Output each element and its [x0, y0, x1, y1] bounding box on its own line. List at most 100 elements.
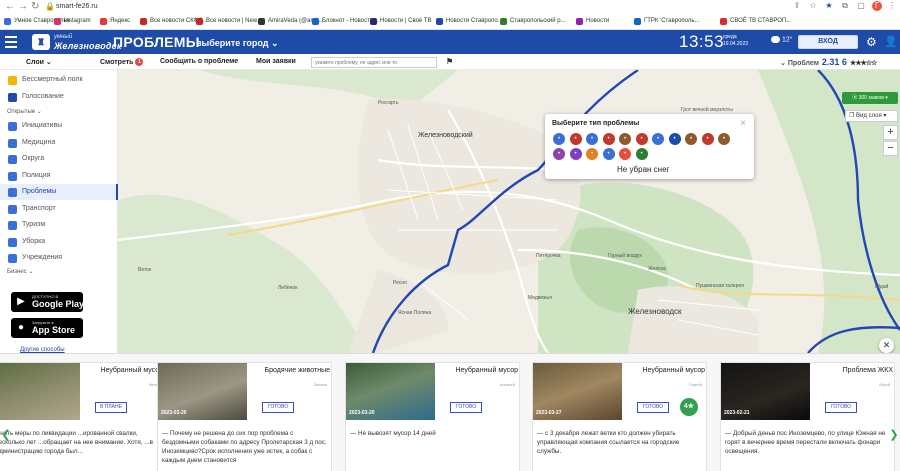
problem-photo[interactable]: 2023-02-21	[721, 363, 810, 420]
problem-type-icon[interactable]: •	[635, 148, 648, 160]
problem-type-icon[interactable]: •	[701, 133, 714, 145]
browser-menu-icon[interactable]: ⋮	[887, 1, 897, 11]
profile-avatar[interactable]: Г	[872, 1, 882, 11]
flag-icon[interactable]: ⚑	[446, 57, 453, 66]
sidebar-item[interactable]: Проблемы	[0, 184, 118, 200]
star-icon[interactable]: ★	[824, 1, 834, 11]
reload-icon[interactable]: ↻	[31, 1, 39, 13]
bookmark-item[interactable]: Instagram	[54, 17, 91, 26]
problem-card[interactable]: 2023-03-20 Неубранный мусор Алексей ГОТОВО —…	[345, 362, 520, 471]
watch-tab[interactable]: Смотреть 1	[100, 58, 144, 66]
bookmark-item[interactable]: Новости	[576, 17, 609, 26]
problem-photo[interactable]: 2023-03-20	[158, 363, 247, 420]
view-select[interactable]: ❐ Вид слоя ▾	[845, 110, 898, 122]
back-icon[interactable]: ←	[5, 1, 15, 13]
sidebar-section-open[interactable]: Открытые ⌄	[7, 108, 42, 115]
problem-type-icon[interactable]: •	[652, 133, 664, 145]
sidebar-item[interactable]: Транспорт	[0, 201, 118, 217]
problem-type-icon[interactable]: •	[553, 148, 565, 160]
problem-photo[interactable]	[0, 363, 80, 420]
sidebar-item[interactable]: Округа	[0, 151, 118, 167]
problem-card[interactable]: 2023-03-27 Неубранный мусор Сергей ГОТОВО — …	[532, 362, 707, 471]
problem-date: 2023-03-27	[536, 410, 562, 416]
map-label: Росгарть	[378, 100, 399, 106]
site-logo[interactable]: ♜ умный Железноводск	[32, 32, 121, 52]
problem-type-icon[interactable]: •	[685, 133, 697, 145]
crest-icon: ♜	[32, 34, 50, 50]
sidebar-item[interactable]: Уборка	[0, 234, 118, 250]
layers-menu[interactable]: Слои ⌄	[26, 58, 52, 66]
sidebar-item[interactable]: Бессмертный полк	[0, 72, 118, 88]
map[interactable]: Железноводский Железноводск Росгарть Пятёро…	[118, 70, 900, 353]
problem-type-icon[interactable]: •	[602, 133, 615, 145]
browser-chrome: ← → ↻ 🔒 smart-fe26.ru ⇪ ☆ ★ ⧉ ▢ Г ⋮ Умно…	[0, 0, 900, 30]
city-select[interactable]: выберите город ⌄	[196, 38, 279, 49]
problem-type-icon[interactable]: •	[569, 133, 582, 145]
sidebar-item[interactable]: Голосование	[0, 89, 118, 105]
problem-type-icon[interactable]: •	[602, 148, 615, 160]
extensions-icon[interactable]: ⧉	[840, 1, 850, 11]
cloud-icon	[771, 36, 780, 43]
bookmark-icon	[140, 18, 147, 25]
problem-type-icon[interactable]: •	[718, 133, 730, 145]
bookmark-item[interactable]: Ставропольский р...	[500, 17, 566, 26]
close-feed-button[interactable]: ✕	[879, 338, 894, 353]
layer-count-button[interactable]: ⦿ 300 знаков ▾	[842, 92, 898, 104]
bookmark-item[interactable]: ГТРК 'Ставрополь...	[634, 17, 700, 26]
page-title: ПРОБЛЕМЫ	[113, 34, 200, 50]
sidebar-item[interactable]: Учреждения	[0, 250, 118, 266]
map-label: Горный воздух	[608, 253, 642, 259]
chevron-left-icon[interactable]: ❮	[0, 428, 12, 442]
google-play-button[interactable]: ▶ ДОСТУПНО В Google Play	[11, 292, 84, 312]
sidebar-item[interactable]: Медицина	[0, 135, 118, 151]
problem-type-icon[interactable]: •	[635, 133, 648, 145]
forward-icon[interactable]: →	[18, 1, 28, 13]
sidebar-item[interactable]: Полиция	[0, 168, 118, 184]
bookmark-item[interactable]: Новости Ставропо...	[436, 17, 503, 26]
chevron-right-icon[interactable]: ❯	[888, 428, 900, 442]
bookmark-item[interactable]: Блокнот - Новости...	[312, 17, 378, 26]
menu-icon[interactable]	[5, 36, 17, 48]
bookmark-icon	[196, 18, 203, 25]
problem-photo[interactable]: 2023-03-20	[346, 363, 435, 420]
sidebar-item[interactable]: Туризм	[0, 217, 118, 233]
problem-type-icon[interactable]: •	[569, 148, 582, 160]
bookmark-label: ГТРК 'Ставрополь...	[644, 18, 700, 24]
gear-icon[interactable]: ⚙	[866, 35, 877, 49]
bookmark-item[interactable]: Новости | Своё ТВ	[370, 17, 432, 26]
sidebar-item[interactable]: Инициативы	[0, 118, 118, 134]
login-button[interactable]: ВХОД	[798, 35, 858, 49]
url-text: smart-fe26.ru	[56, 3, 98, 10]
bookmark-label: Яндекс	[110, 18, 131, 24]
bookmark-star-icon[interactable]: ☆	[808, 1, 818, 11]
zoom-out-button[interactable]: −	[883, 141, 898, 156]
app-store-button[interactable]: ● Загрузите в App Store	[11, 318, 83, 338]
url-bar[interactable]: 🔒 smart-fe26.ru	[44, 1, 784, 13]
problem-photo[interactable]: 2023-03-27	[533, 363, 622, 420]
search-input[interactable]	[311, 57, 437, 68]
problem-type-icon[interactable]: •	[619, 148, 631, 160]
bookmark-item[interactable]: Яндекс	[100, 17, 130, 26]
problem-card[interactable]: 2023-03-20 Бродячие животные Эксана ГОТОВО —…	[157, 362, 332, 471]
close-icon[interactable]: ×	[740, 118, 746, 129]
bookmark-item[interactable]: СВОЁ ТВ СТАВРОП...	[720, 17, 791, 26]
problem-type-icon[interactable]: •	[553, 133, 565, 145]
problem-type-icon[interactable]: •	[586, 133, 598, 145]
bookmark-item[interactable]: Все новости | New...	[196, 17, 262, 26]
user-icon[interactable]: 👤	[884, 35, 898, 48]
zoom-in-button[interactable]: +	[883, 125, 898, 140]
bookmark-label: Instagram	[64, 18, 91, 24]
problem-type-icon[interactable]: •	[619, 133, 631, 145]
map-canvas[interactable]	[118, 70, 900, 353]
share-icon[interactable]: ⇪	[792, 1, 802, 11]
logo-line2: Железноводск	[54, 41, 122, 51]
problem-card[interactable]: 2023-02-21 Проблема ЖКХ Юрий ГОТОВО — Добрый…	[720, 362, 895, 471]
report-problem-tab[interactable]: Сообщить о проблеме	[160, 58, 238, 65]
sidebar-section-business[interactable]: Бизнес ⌄	[7, 268, 33, 275]
window-icon[interactable]: ▢	[856, 1, 866, 11]
problem-type-icon[interactable]: •	[586, 148, 598, 160]
my-requests-tab[interactable]: Мои заявки	[256, 58, 296, 65]
problem-type-icon[interactable]: •	[668, 133, 681, 145]
problem-date: 2023-03-20	[161, 410, 187, 416]
problem-card[interactable]: Неубранный мусор Кения В ПЛАНЕ ...нять меры…	[0, 362, 165, 471]
